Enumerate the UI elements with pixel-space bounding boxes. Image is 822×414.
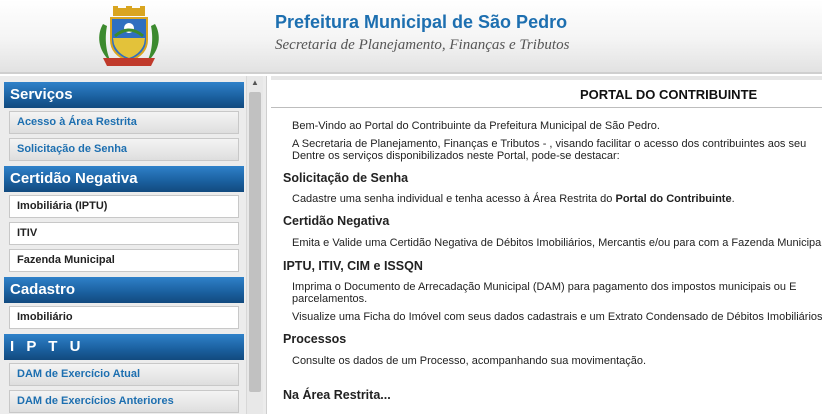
- sidebar-section-servicos: Serviços: [4, 82, 244, 108]
- solicitacao-senha-desc: Cadastre uma senha individual e tenha ac…: [292, 193, 613, 205]
- intro-text-line1: A Secretaria de Planejamento, Finanças e…: [292, 138, 807, 150]
- sidebar-item-dam-exercicio-atual[interactable]: DAM de Exercício Atual: [9, 363, 239, 386]
- scrollbar-thumb[interactable]: [249, 92, 261, 392]
- sidebar-item-fazenda-municipal[interactable]: Fazenda Municipal: [9, 249, 239, 272]
- header-title: Prefeitura Municipal de São Pedro: [275, 12, 568, 32]
- sidebar-item-imobiliaria-iptu[interactable]: Imobiliária (IPTU): [9, 195, 239, 218]
- sidebar-scrollbar[interactable]: ▲: [246, 76, 263, 414]
- content-top-border: [271, 76, 822, 80]
- iptu-text-line2: parcelamentos.: [292, 293, 368, 305]
- intro-text-line2: Dentre os serviços disponibilizados nest…: [292, 150, 620, 162]
- page-header: Prefeitura Municipal de São Pedro Secret…: [0, 0, 822, 72]
- sidebar-item-imobiliario[interactable]: Imobiliário: [9, 306, 239, 329]
- sidebar-section-certidao-negativa: Certidão Negativa: [4, 166, 244, 192]
- title-divider: [271, 107, 822, 108]
- iptu-text-line1: Imprima o Documento de Arrecadação Munic…: [292, 281, 797, 293]
- solicitacao-senha-text: Cadastre uma senha individual e tenha ac…: [292, 193, 735, 205]
- certidao-negativa-text: Emita e Valide uma Certidão Negativa de …: [292, 237, 822, 249]
- portal-title: PORTAL DO CONTRIBUINTE: [580, 87, 758, 102]
- sidebar-section-cadastro: Cadastro: [4, 277, 244, 303]
- heading-certidao-negativa: Certidão Negativa: [283, 214, 390, 228]
- sidebar-item-solicitacao-senha[interactable]: Solicitação de Senha: [9, 138, 239, 161]
- heading-processos: Processos: [283, 332, 347, 346]
- sidebar-item-acesso-area-restrita[interactable]: Acesso à Área Restrita: [9, 111, 239, 134]
- heading-solicitacao-senha: Solicitação de Senha: [283, 171, 409, 185]
- welcome-text: Bem-Vindo ao Portal do Contribuinte da P…: [292, 120, 660, 132]
- sidebar-section-iptu: I P T U: [4, 334, 244, 360]
- sidebar: Serviços Acesso à Área Restrita Solicita…: [0, 76, 267, 414]
- heading-area-restrita: Na Área Restrita...: [283, 388, 391, 402]
- header-subtitle: Secretaria de Planejamento, Finanças e T…: [275, 37, 570, 53]
- sidebar-item-itiv[interactable]: ITIV: [9, 222, 239, 245]
- iptu-text-line3: Visualize uma Ficha do Imóvel com seus d…: [292, 311, 822, 323]
- heading-iptu-itiv-cim-issqn: IPTU, ITIV, CIM e ISSQN: [283, 259, 423, 273]
- sidebar-item-dam-exercicios-anteriores[interactable]: DAM de Exercícios Anteriores: [9, 390, 239, 413]
- scroll-up-arrow-icon[interactable]: ▲: [247, 76, 263, 90]
- processos-text: Consulte os dados de um Processo, acompa…: [292, 355, 647, 367]
- municipal-crest-logo: [99, 6, 159, 66]
- portal-contribuinte-strong: Portal do Contribuinte: [615, 193, 732, 205]
- header-divider: [0, 72, 822, 74]
- main-content: PORTAL DO CONTRIBUINTE Bem-Vindo ao Port…: [271, 76, 822, 414]
